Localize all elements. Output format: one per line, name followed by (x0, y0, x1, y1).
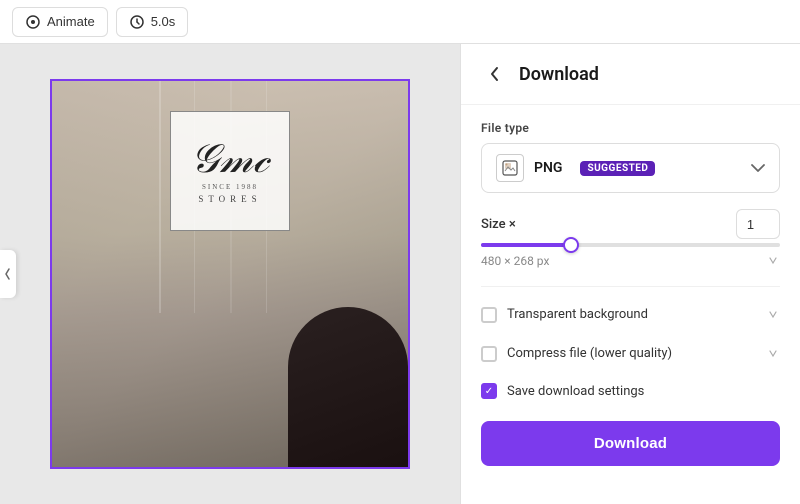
compress-left: Compress file (lower quality) (481, 346, 672, 362)
logo-overlay: 𝒢𝓂𝒸 SINCE 1988 STORES (170, 111, 290, 231)
duration-button[interactable]: 5.0s (116, 7, 189, 37)
compress-checkbox[interactable] (481, 346, 497, 362)
panel-content: File type PNG SUGGESTED (461, 105, 800, 504)
file-type-section: File type PNG SUGGESTED (481, 121, 780, 193)
download-button[interactable]: Download (481, 421, 780, 466)
slider-track (481, 243, 780, 247)
left-sidebar-toggle[interactable] (0, 250, 16, 298)
save-settings-label: Save download settings (507, 384, 644, 399)
logo-script: 𝒢𝓂𝒸 (191, 139, 270, 179)
save-settings-left: ✓ Save download settings (481, 383, 644, 399)
slider-thumb[interactable] (563, 237, 579, 253)
canvas-background: 𝒢𝓂𝒸 SINCE 1988 STORES (52, 81, 408, 467)
main-area: 𝒢𝓂𝒸 SINCE 1988 STORES Download (0, 44, 800, 504)
size-row: Size × (481, 209, 780, 239)
logo-since: SINCE 1988 (202, 183, 258, 191)
compress-info-icon (766, 344, 780, 363)
file-type-dropdown[interactable]: PNG SUGGESTED (481, 143, 780, 193)
size-input[interactable] (736, 209, 780, 239)
toolbar: Animate 5.0s (0, 0, 800, 44)
animate-label: Animate (47, 14, 95, 29)
panel-header: Download (461, 44, 800, 105)
logo-stores: STORES (198, 194, 261, 204)
transparent-bg-info-icon (766, 305, 780, 324)
file-type-label: File type (481, 121, 780, 135)
compress-row: Compress file (lower quality) (481, 342, 780, 365)
size-dims: 480 × 268 px (481, 254, 549, 268)
compress-label: Compress file (lower quality) (507, 346, 672, 361)
file-type-name: PNG (534, 160, 562, 176)
design-canvas: 𝒢𝓂𝒸 SINCE 1988 STORES (50, 79, 410, 469)
chevron-down-icon (751, 160, 765, 176)
file-type-left: PNG SUGGESTED (496, 154, 655, 182)
dark-figure (288, 307, 408, 467)
download-panel: Download File type (460, 44, 800, 504)
transparent-bg-checkbox[interactable] (481, 307, 497, 323)
animate-button[interactable]: Animate (12, 7, 108, 37)
animate-icon (25, 14, 41, 30)
transparent-bg-label: Transparent background (507, 307, 648, 322)
png-icon (496, 154, 524, 182)
save-settings-checkbox[interactable]: ✓ (481, 383, 497, 399)
clock-icon (129, 14, 145, 30)
canvas-area: 𝒢𝓂𝒸 SINCE 1988 STORES (0, 44, 460, 504)
back-button[interactable] (481, 60, 509, 88)
divider-1 (481, 286, 780, 287)
size-dims-row: 480 × 268 px (481, 251, 780, 270)
size-label: Size × (481, 217, 516, 232)
duration-label: 5.0s (151, 14, 176, 29)
transparent-bg-row: Transparent background (481, 303, 780, 326)
slider-fill (481, 243, 571, 247)
size-section: Size × 480 × 268 px (481, 209, 780, 270)
save-settings-row: ✓ Save download settings (481, 381, 780, 401)
suggested-badge: SUGGESTED (580, 161, 655, 176)
slider-container (481, 243, 780, 247)
size-info-icon (766, 251, 780, 270)
panel-title: Download (519, 64, 599, 85)
transparent-bg-left: Transparent background (481, 307, 648, 323)
